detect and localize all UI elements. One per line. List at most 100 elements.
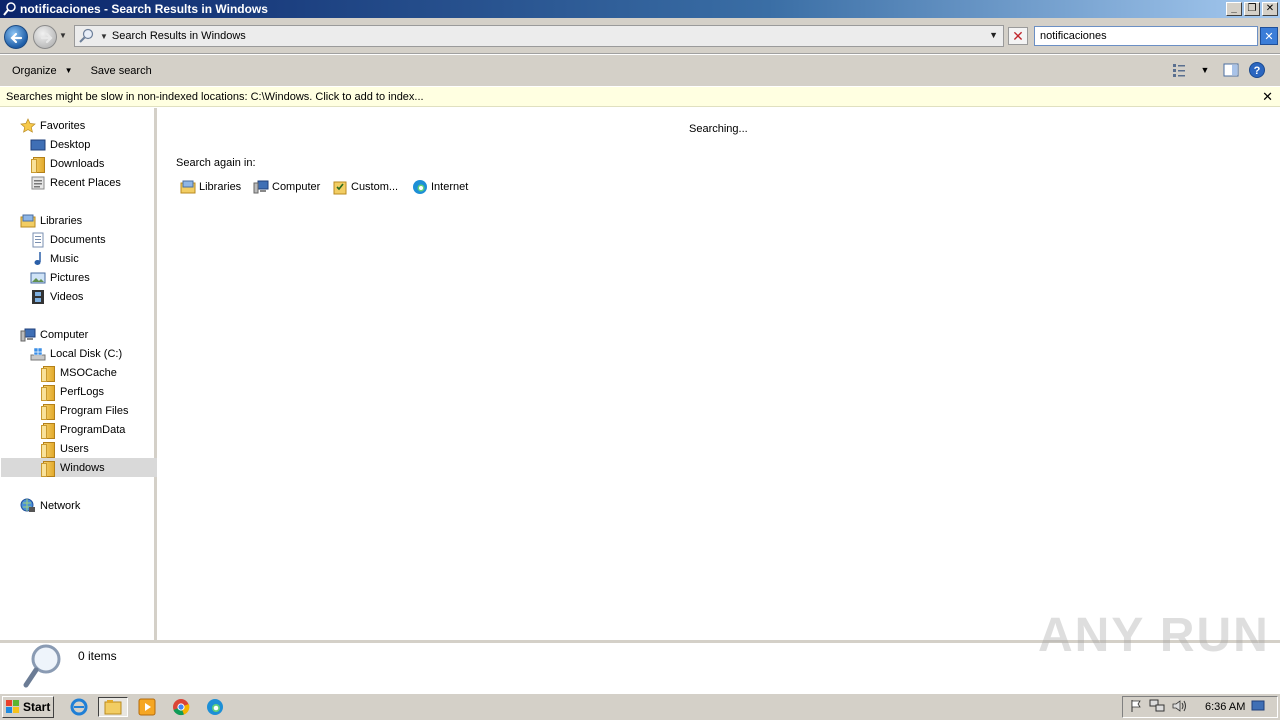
music-note-icon — [30, 251, 46, 267]
nav-favorites[interactable]: Favorites — [20, 116, 85, 135]
search-go-button[interactable]: ✕ — [1260, 27, 1278, 45]
back-arrow-icon — [10, 32, 23, 44]
title-bar: notificaciones - Search Results in Windo… — [0, 0, 1280, 18]
organize-label: Organize — [12, 64, 57, 77]
search-again-label: Search again in: — [176, 157, 256, 169]
anyrun-watermark: ANY RUN — [1038, 609, 1270, 662]
restore-button[interactable]: ❐ — [1244, 2, 1260, 16]
taskbar-chrome-icon[interactable] — [170, 697, 192, 717]
nav-item-label: Music — [50, 252, 79, 265]
nav-item-documents[interactable]: Documents — [30, 230, 106, 249]
nav-computer[interactable]: Computer — [20, 325, 88, 344]
view-options-icon[interactable] — [1170, 61, 1188, 79]
taskbar-explorer-icon[interactable] — [98, 697, 128, 717]
nav-libraries-label: Libraries — [40, 214, 83, 227]
nav-folder-windows[interactable]: Windows — [1, 458, 157, 477]
nav-network[interactable]: Network — [20, 496, 80, 515]
command-bar: Organize ▼ Save search ▼ ? — [0, 55, 1280, 86]
nav-folder-msocache[interactable]: MSOCache — [40, 363, 117, 382]
custom-folder-check-icon — [332, 179, 348, 195]
nav-item-videos[interactable]: Videos — [30, 287, 83, 306]
nav-favorites-label: Favorites — [40, 119, 86, 132]
network-tray-icon[interactable] — [1149, 699, 1165, 716]
view-dropdown-chevron-icon[interactable]: ▼ — [1196, 61, 1214, 79]
show-desktop-icon[interactable] — [1251, 699, 1265, 716]
nav-item-downloads[interactable]: Downloads — [30, 154, 104, 173]
star-icon — [20, 117, 36, 134]
nav-item-recent-places[interactable]: Recent Places — [30, 173, 121, 192]
taskbar-media-player-icon[interactable] — [136, 697, 158, 717]
help-icon[interactable]: ? — [1248, 61, 1266, 79]
recent-pages-chevron-icon[interactable]: ▼ — [59, 31, 67, 40]
nav-item-label: Program Files — [60, 404, 129, 417]
search-window-icon — [3, 2, 17, 16]
navigation-pane: Favorites Desktop Downloads Recent Place… — [0, 108, 157, 640]
search-results-area: Searching... Search again in: Libraries … — [160, 108, 1280, 640]
close-button[interactable]: ✕ — [1262, 2, 1278, 16]
nav-folder-users[interactable]: Users — [40, 439, 89, 458]
breadcrumb-chevron-icon[interactable]: ▼ — [100, 32, 108, 41]
taskbar-internet-explorer-icon[interactable] — [68, 697, 90, 717]
nav-item-label: Desktop — [50, 138, 91, 151]
libraries-icon — [20, 213, 36, 229]
search-status: Searching... — [689, 123, 748, 135]
preview-pane-icon[interactable] — [1222, 61, 1240, 79]
search-again-libraries[interactable]: Libraries — [180, 178, 241, 196]
location-label: Custom... — [351, 181, 399, 193]
search-input[interactable]: notificaciones — [1034, 26, 1258, 46]
save-search-label: Save search — [90, 64, 152, 77]
nav-item-local-disk[interactable]: Local Disk (C:) — [30, 344, 122, 363]
action-center-flag-icon[interactable] — [1129, 699, 1143, 716]
nav-item-desktop[interactable]: Desktop — [30, 135, 90, 154]
nav-item-label: Windows — [60, 461, 105, 474]
nav-folder-program-files[interactable]: Program Files — [40, 401, 128, 420]
folder-icon — [40, 384, 56, 401]
nav-network-label: Network — [40, 499, 81, 512]
search-again-computer[interactable]: Computer — [253, 178, 320, 196]
nav-item-label: Pictures — [50, 271, 90, 284]
nav-item-label: Videos — [50, 290, 84, 303]
computer-icon — [20, 327, 36, 343]
taskbar: Start 6:36 AM — [0, 693, 1280, 720]
locked-folder-icon — [40, 365, 56, 382]
computer-icon — [253, 179, 269, 195]
folder-icon — [40, 403, 56, 420]
location-label: Internet — [431, 181, 469, 193]
search-again-custom[interactable]: Custom... — [332, 178, 398, 196]
nav-item-label: Recent Places — [50, 176, 121, 189]
location-label: Libraries — [199, 181, 242, 193]
videos-film-icon — [30, 289, 46, 305]
nav-item-label: Local Disk (C:) — [50, 347, 123, 360]
organize-button[interactable]: Organize ▼ — [6, 65, 79, 77]
forward-arrow-icon — [40, 32, 53, 44]
back-button[interactable] — [4, 25, 28, 49]
infobar-close-icon[interactable]: ✕ — [1262, 89, 1273, 105]
save-search-button[interactable]: Save search — [85, 65, 158, 77]
volume-icon[interactable] — [1171, 699, 1187, 716]
start-button[interactable]: Start — [2, 696, 54, 718]
stop-x-icon: ✕ — [1012, 27, 1024, 44]
minimize-button[interactable]: _ — [1226, 2, 1242, 16]
recent-places-icon — [30, 175, 46, 191]
nav-item-music[interactable]: Music — [30, 249, 79, 268]
downloads-folder-icon — [30, 156, 46, 173]
nav-folder-perflogs[interactable]: PerfLogs — [40, 382, 104, 401]
nav-computer-label: Computer — [40, 328, 89, 341]
location-label: Computer — [272, 181, 321, 193]
nav-folder-programdata[interactable]: ProgramData — [40, 420, 125, 439]
address-box[interactable]: ▼ Search Results in Windows ▼ — [74, 25, 1004, 47]
breadcrumb[interactable]: Search Results in Windows — [112, 30, 246, 42]
search-again-internet[interactable]: Internet — [412, 178, 468, 196]
nav-item-label: MSOCache — [60, 366, 117, 379]
nav-item-pictures[interactable]: Pictures — [30, 268, 90, 287]
clock[interactable]: 6:36 AM — [1205, 701, 1245, 713]
nav-libraries[interactable]: Libraries — [20, 211, 82, 230]
system-tray: 6:36 AM — [1122, 696, 1278, 718]
index-warning-infobar[interactable]: Searches might be slow in non-indexed lo… — [0, 87, 1280, 107]
taskbar-edge-icon[interactable] — [204, 697, 226, 717]
folder-icon — [40, 460, 56, 477]
address-dropdown-icon[interactable]: ▼ — [989, 30, 998, 40]
stop-search-button[interactable]: ✕ — [1008, 27, 1028, 45]
forward-button[interactable] — [33, 25, 57, 49]
desktop-icon — [30, 137, 46, 153]
